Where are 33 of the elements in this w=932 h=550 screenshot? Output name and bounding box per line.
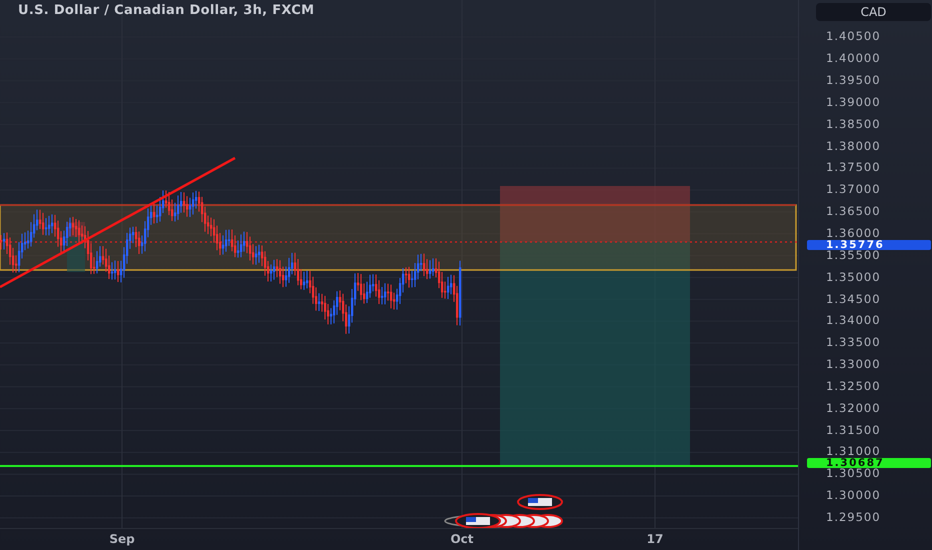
price-axis-label: 1.30500: [826, 468, 881, 480]
price-axis-label: 1.36000: [826, 228, 881, 240]
price-axis-label: 1.40000: [826, 53, 881, 64]
price-axis-label: 1.29500: [826, 512, 881, 523]
price-axis-label: 1.39000: [826, 96, 881, 108]
price-axis-label: 1.34500: [826, 294, 881, 305]
currency-button[interactable]: CAD: [816, 3, 931, 21]
price-axis-label: 1.30000: [826, 490, 881, 502]
price-axis-label: 1.36500: [826, 206, 881, 218]
price-axis-label: 1.39500: [826, 75, 881, 86]
price-axis-label: 1.31000: [826, 446, 881, 458]
time-axis-label: Sep: [109, 532, 135, 546]
price-axis-label: 1.38500: [826, 118, 881, 130]
time-axis-label: 17: [646, 532, 664, 546]
price-badge: 1.30687: [807, 458, 931, 468]
price-axis-label: 1.32500: [826, 380, 881, 392]
price-axis-label: 1.35000: [826, 272, 881, 283]
price-axis-label: 1.40500: [826, 31, 881, 42]
price-axis-label: 1.35500: [826, 250, 881, 261]
price-axis-label: 1.37500: [826, 162, 881, 174]
price-axis-label: 1.33500: [826, 337, 881, 348]
price-badge: 1.35776: [807, 240, 931, 250]
price-axis-label: 1.32000: [826, 402, 881, 414]
flag-icon: [517, 494, 563, 510]
price-axis-label: 1.37000: [826, 184, 881, 196]
price-axis-label: 1.33000: [826, 359, 881, 370]
price-axis-label: 1.34000: [826, 315, 881, 326]
flag-icon: [444, 513, 563, 528]
price-axis-label: 1.31500: [826, 424, 881, 436]
small-position-drawing: [67, 222, 85, 272]
chart-title: U.S. Dollar / Canadian Dollar, 3h, FXCM: [18, 3, 314, 18]
time-axis-label: Oct: [450, 532, 474, 546]
price-axis-label: 1.38000: [826, 140, 881, 152]
